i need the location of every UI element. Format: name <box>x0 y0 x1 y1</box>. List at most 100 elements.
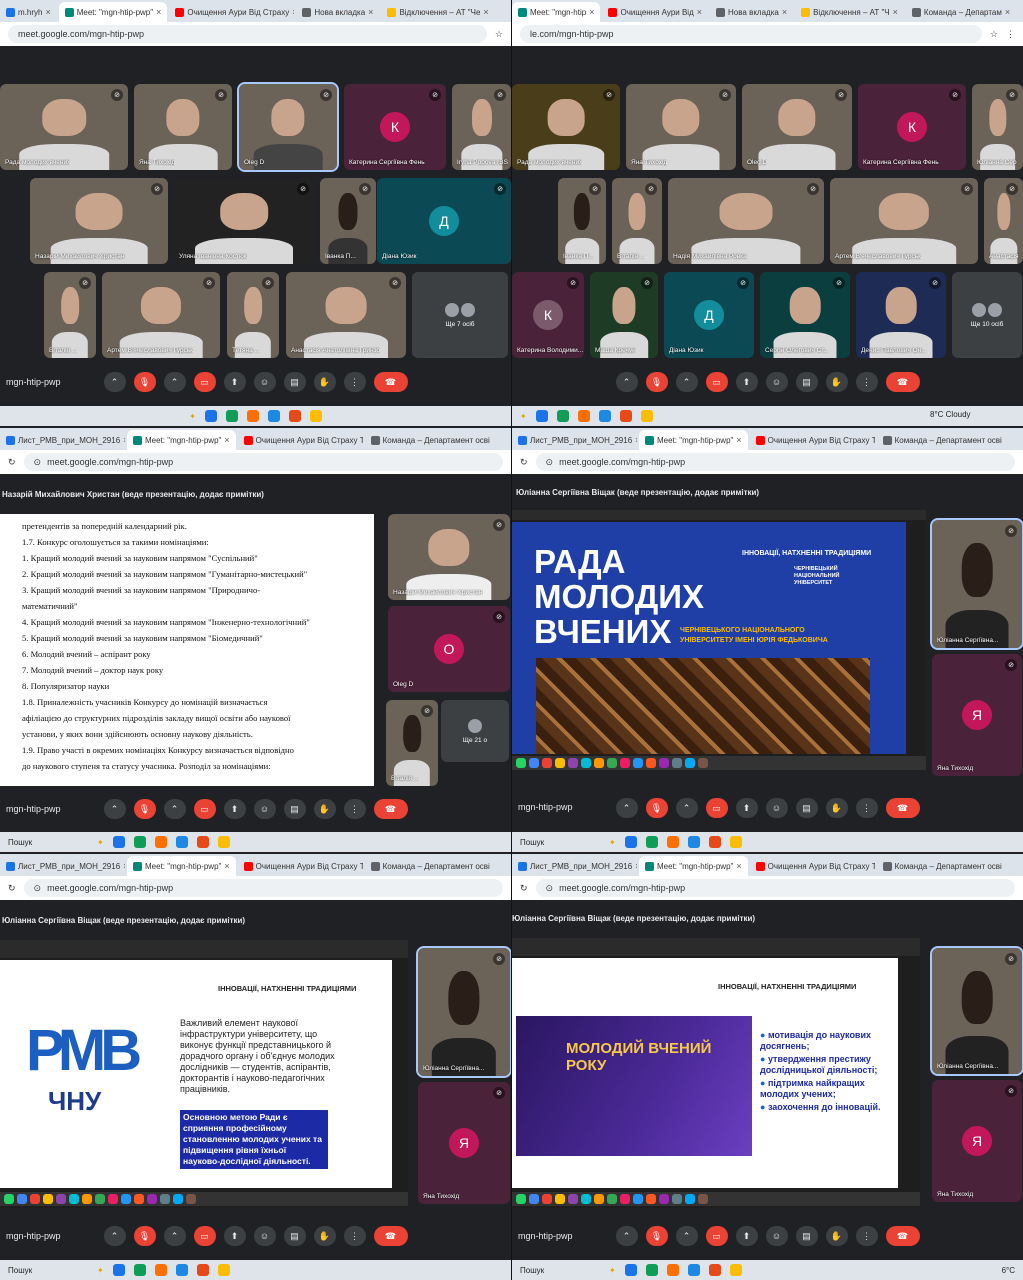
dock-app-icon[interactable] <box>581 1194 591 1204</box>
captions-icon[interactable]: ▤ <box>795 798 818 818</box>
taskbar-app-icon[interactable] <box>687 836 700 848</box>
dock-app-icon[interactable] <box>542 1194 552 1204</box>
emoji-icon[interactable]: ☺ <box>253 1226 276 1246</box>
present-icon[interactable]: ⬆ <box>735 372 758 392</box>
close-icon[interactable]: × <box>123 435 125 445</box>
dock-app-icon[interactable] <box>516 758 526 768</box>
browser-tab[interactable]: Очищення Аури Від Страху Та× <box>750 856 875 876</box>
taskbar-app-icon[interactable] <box>598 410 611 422</box>
dock-app-icon[interactable] <box>594 1194 604 1204</box>
dock-app-icon[interactable] <box>672 758 682 768</box>
taskbar-app-icon[interactable] <box>708 836 721 848</box>
browser-tab[interactable]: Команда – Департамент осві× <box>877 430 1002 450</box>
raise-hand-icon[interactable]: ✋ <box>313 1226 336 1246</box>
mic-off-icon[interactable]: 🎙 <box>133 1226 156 1246</box>
raise-hand-icon[interactable]: ✋ <box>825 1226 848 1246</box>
more-options-icon[interactable]: ⋮ <box>343 799 366 819</box>
dock-app-icon[interactable] <box>17 1194 27 1204</box>
dock-app-icon[interactable] <box>633 1194 643 1204</box>
taskbar-app-icon[interactable] <box>708 1264 721 1276</box>
dock-app-icon[interactable] <box>108 1194 118 1204</box>
dock-app-icon[interactable] <box>698 758 708 768</box>
captions-icon[interactable]: ▤ <box>283 1226 306 1246</box>
dock-app-icon[interactable] <box>160 1194 170 1204</box>
close-icon[interactable]: × <box>736 435 741 445</box>
chevron-up-icon[interactable]: ⌃ <box>615 372 638 392</box>
close-icon[interactable]: × <box>589 7 594 17</box>
browser-tab[interactable]: Meet: "mgn-htip-pwp" × <box>58 2 168 22</box>
dock-app-icon[interactable] <box>43 1194 53 1204</box>
copilot-icon[interactable]: ✦ <box>97 838 104 847</box>
taskbar-app-icon[interactable] <box>196 1264 209 1276</box>
dock-app-icon[interactable] <box>659 1194 669 1204</box>
close-icon[interactable]: × <box>635 861 637 871</box>
more-options-icon[interactable]: ⋮ <box>343 1226 366 1246</box>
taskbar-app-icon[interactable] <box>687 1264 700 1276</box>
copilot-icon[interactable]: ✦ <box>520 412 527 421</box>
browser-tab[interactable]: Очищення Аури Від Страху Та× <box>750 430 875 450</box>
close-icon[interactable]: × <box>156 7 161 17</box>
dock-app-icon[interactable] <box>69 1194 79 1204</box>
camera-off-icon[interactable]: ▭ <box>705 1226 728 1246</box>
taskbar-app-icon[interactable] <box>133 1264 146 1276</box>
browser-tab[interactable]: Лист_РМВ_при_МОН_2916× <box>0 430 125 450</box>
chevron-up-icon[interactable]: ⌃ <box>615 798 638 818</box>
taskbar-app-icon[interactable] <box>288 410 301 422</box>
dock-app-icon[interactable] <box>4 1194 14 1204</box>
browser-tab[interactable]: Нова вкладка × <box>710 2 793 22</box>
taskbar-app-icon[interactable] <box>556 410 569 422</box>
mic-off-icon[interactable]: 🎙 <box>645 798 668 818</box>
close-icon[interactable]: × <box>635 435 637 445</box>
taskbar-app-icon[interactable] <box>267 410 280 422</box>
chevron-up-icon[interactable]: ⌃ <box>103 799 126 819</box>
browser-tab[interactable]: Очищення Аури Від × <box>602 2 708 22</box>
more-participants[interactable]: Ще 21 о <box>441 700 509 762</box>
dock-app-icon[interactable] <box>56 1194 66 1204</box>
dock-app-icon[interactable] <box>529 1194 539 1204</box>
taskbar-app-icon[interactable] <box>309 410 322 422</box>
dock-app-icon[interactable] <box>134 1194 144 1204</box>
chevron-up-icon[interactable]: ⌃ <box>103 1226 126 1246</box>
browser-tab[interactable]: Команда – Департамент осві× <box>877 856 1002 876</box>
chevron-up-icon[interactable]: ⌃ <box>675 798 698 818</box>
taskbar-app-icon[interactable] <box>619 410 632 422</box>
browser-tab[interactable]: Нова вкладка × <box>296 2 379 22</box>
browser-tab[interactable]: Лист_РМВ_при_МОН_2916× <box>512 430 637 450</box>
browser-tab[interactable]: Очищення Аури Від Страху Та× <box>238 430 363 450</box>
site-info-icon[interactable]: ⊙ <box>546 457 554 468</box>
site-info-icon[interactable]: ⊙ <box>34 457 42 468</box>
copilot-icon[interactable]: ✦ <box>97 1266 104 1275</box>
camera-off-icon[interactable]: ▭ <box>193 1226 216 1246</box>
copilot-icon[interactable]: ✦ <box>609 838 616 847</box>
browser-tab[interactable]: Лист_РМВ_при_МОН_2916× <box>512 856 637 876</box>
dock-app-icon[interactable] <box>95 1194 105 1204</box>
dock-app-icon[interactable] <box>555 758 565 768</box>
chevron-up-icon[interactable]: ⌃ <box>675 1226 698 1246</box>
dock-app-icon[interactable] <box>633 758 643 768</box>
reload-icon[interactable]: ↻ <box>520 883 528 894</box>
emoji-icon[interactable]: ☺ <box>765 1226 788 1246</box>
dock-app-icon[interactable] <box>620 758 630 768</box>
taskbar-app-icon[interactable] <box>666 836 679 848</box>
taskbar-app-icon[interactable] <box>246 410 259 422</box>
present-icon[interactable]: ⬆ <box>223 799 246 819</box>
taskbar-app-icon[interactable] <box>175 836 188 848</box>
dock-app-icon[interactable] <box>646 1194 656 1204</box>
more-options-icon[interactable]: ⋮ <box>343 372 366 392</box>
browser-tab[interactable]: Очищення Аури Від Страху Та× <box>238 856 363 876</box>
emoji-icon[interactable]: ☺ <box>253 799 276 819</box>
bookmark-star-icon[interactable]: ☆ <box>990 29 998 40</box>
browser-tab[interactable]: Meet: "mgn-htip × <box>512 2 601 22</box>
mic-off-icon[interactable]: 🎙 <box>645 1226 668 1246</box>
dock-app-icon[interactable] <box>30 1194 40 1204</box>
dock-app-icon[interactable] <box>121 1194 131 1204</box>
dock-app-icon[interactable] <box>698 1194 708 1204</box>
dock-app-icon[interactable] <box>646 758 656 768</box>
taskbar-app-icon[interactable] <box>729 836 742 848</box>
browser-tab[interactable]: Команда – Департам × <box>906 2 1016 22</box>
close-icon[interactable]: × <box>292 7 294 17</box>
browser-tab[interactable]: Meet: "mgn-htip-pwp" × <box>639 430 748 450</box>
dock-app-icon[interactable] <box>568 1194 578 1204</box>
dock-app-icon[interactable] <box>659 758 669 768</box>
dock-app-icon[interactable] <box>542 758 552 768</box>
